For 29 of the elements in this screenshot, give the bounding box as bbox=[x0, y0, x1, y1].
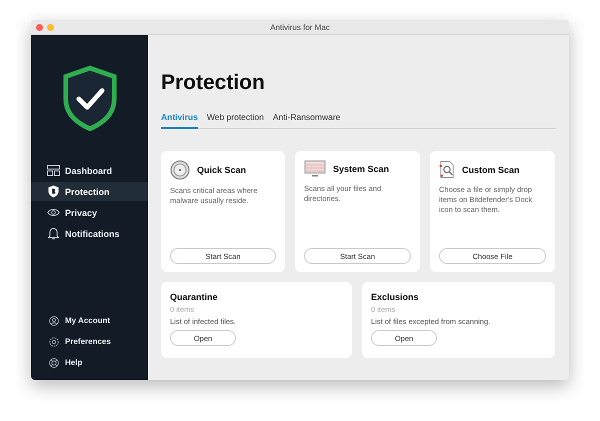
sidebar-item[interactable]: My Account bbox=[31, 311, 148, 330]
file-search-icon bbox=[439, 160, 455, 179]
shield-icon bbox=[47, 185, 60, 198]
settings-icon bbox=[47, 336, 60, 346]
sidebar-item[interactable]: Protection bbox=[31, 182, 148, 201]
card-title: Quarantine bbox=[170, 292, 219, 302]
close-button[interactable] bbox=[36, 24, 43, 30]
card-title: Exclusions bbox=[371, 292, 420, 302]
tab[interactable]: Anti-Ransomware bbox=[272, 109, 340, 129]
minimize-button[interactable] bbox=[47, 24, 54, 30]
user-icon bbox=[47, 316, 60, 326]
card-title: System Scan bbox=[333, 164, 390, 174]
sidebar-item[interactable]: Notifications bbox=[31, 224, 148, 243]
monitor-icon bbox=[304, 160, 326, 178]
window-title: Antivirus for Mac bbox=[270, 22, 330, 32]
sidebar-item[interactable]: Dashboard bbox=[31, 161, 148, 180]
disc-icon bbox=[170, 160, 190, 180]
card-title: Custom Scan bbox=[462, 164, 520, 174]
tab[interactable]: Web protection bbox=[206, 109, 264, 129]
eye-icon bbox=[47, 208, 60, 217]
bell-icon bbox=[47, 227, 60, 240]
page-title: Protection bbox=[161, 71, 266, 95]
sidebar-item[interactable]: Privacy bbox=[31, 203, 148, 222]
sidebar-item[interactable]: Help bbox=[31, 353, 148, 372]
sidebar-item[interactable]: Preferences bbox=[31, 332, 148, 351]
shield-check-icon bbox=[62, 65, 118, 131]
dashboard-icon bbox=[47, 165, 60, 176]
card-title: Quick Scan bbox=[197, 165, 246, 175]
help-icon bbox=[47, 358, 60, 368]
